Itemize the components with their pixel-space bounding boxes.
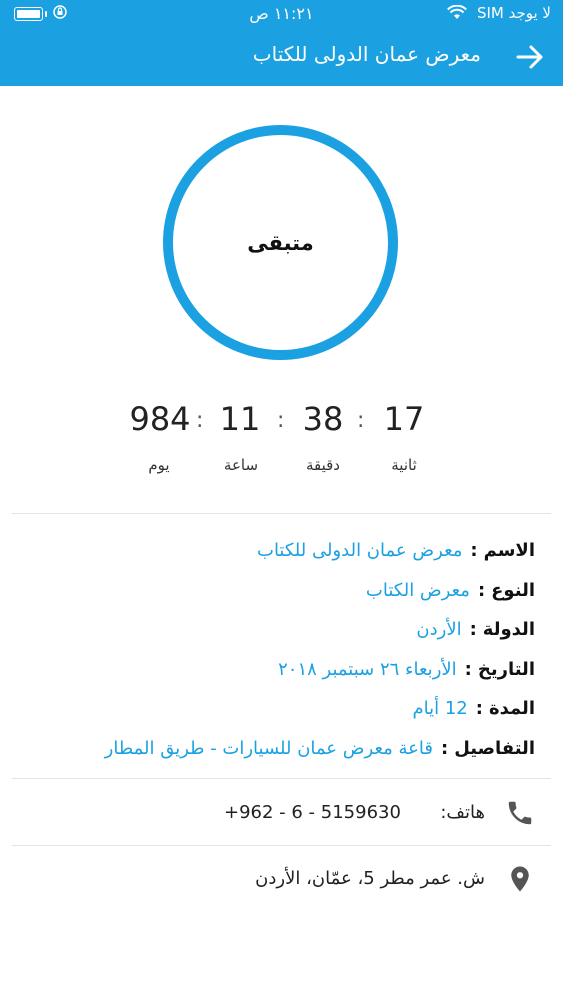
countdown-seconds: 17 bbox=[383, 400, 425, 438]
detail-row-name: الاسم:معرض عمان الدولى للكتاب bbox=[257, 540, 535, 561]
event-details: الاسم:معرض عمان الدولى للكتاب النوع:معرض… bbox=[15, 540, 535, 777]
countdown-days-unit: يوم bbox=[148, 456, 170, 474]
detail-value: 12 أيام bbox=[412, 698, 468, 719]
countdown-days: 984 bbox=[129, 400, 191, 438]
detail-row-type: النوع:معرض الكتاب bbox=[365, 579, 535, 601]
phone-icon[interactable] bbox=[505, 798, 535, 828]
map-pin-icon[interactable] bbox=[505, 864, 535, 894]
countdown-minutes-unit: دقيقة bbox=[305, 456, 340, 474]
detail-label: التفاصيل bbox=[454, 737, 535, 759]
arrow-right-icon[interactable] bbox=[515, 42, 545, 72]
detail-value: معرض عمان الدولى للكتاب bbox=[257, 540, 463, 561]
divider bbox=[12, 513, 551, 514]
detail-row-duration: المدة:12 أيام bbox=[412, 698, 535, 719]
countdown-timer: 984 : 11 : 38 : 17 يوم ساعة دقيقة ثانية bbox=[0, 400, 563, 480]
detail-value: معرض الكتاب bbox=[365, 579, 470, 601]
detail-label: الاسم bbox=[483, 540, 535, 561]
address-row[interactable]: ش. عمر مطر 5، عمّان، الأردن bbox=[0, 846, 563, 912]
detail-label: النوع bbox=[491, 579, 535, 601]
countdown-minutes: 38 bbox=[302, 400, 344, 438]
remaining-label: متبقى bbox=[247, 230, 314, 255]
page-title: معرض عمان الدولى للكتاب bbox=[252, 42, 481, 66]
detail-label: الدولة bbox=[482, 619, 535, 640]
detail-value: قاعة معرض عمان للسيارات - طريق المطار bbox=[104, 737, 433, 759]
carrier-label: لا يوجد SIM bbox=[476, 4, 551, 22]
status-bar: ١١:٢١ ص لا يوجد SIM bbox=[0, 0, 563, 28]
title-bar: معرض عمان الدولى للكتاب bbox=[0, 28, 563, 86]
detail-row-country: الدولة:الأردن bbox=[416, 619, 535, 640]
divider bbox=[12, 778, 551, 779]
detail-value: الأربعاء ٢٦ سبتمبر ٢٠١٨ bbox=[278, 658, 457, 680]
countdown-hours-unit: ساعة bbox=[223, 456, 259, 474]
detail-row-date: التاريخ:الأربعاء ٢٦ سبتمبر ٢٠١٨ bbox=[278, 658, 535, 680]
address-text: ش. عمر مطر 5، عمّان، الأردن bbox=[255, 868, 485, 889]
phone-row[interactable]: هاتف: +962 - 6 - 5159630 bbox=[0, 780, 563, 846]
detail-row-details: التفاصيل:قاعة معرض عمان للسيارات - طريق … bbox=[104, 737, 535, 759]
phone-number[interactable]: +962 - 6 - 5159630 bbox=[224, 802, 401, 823]
detail-value: الأردن bbox=[416, 619, 462, 640]
countdown-circle: متبقى bbox=[163, 125, 398, 360]
app-header: ١١:٢١ ص لا يوجد SIM معرض عمان الدولى للك… bbox=[0, 0, 563, 86]
detail-label: المدة bbox=[488, 698, 535, 719]
detail-label: التاريخ bbox=[477, 658, 535, 680]
countdown-seconds-unit: ثانية bbox=[391, 456, 417, 474]
phone-label: هاتف: bbox=[440, 802, 485, 823]
wifi-icon bbox=[447, 4, 467, 24]
countdown-hours: 11 bbox=[219, 400, 261, 438]
